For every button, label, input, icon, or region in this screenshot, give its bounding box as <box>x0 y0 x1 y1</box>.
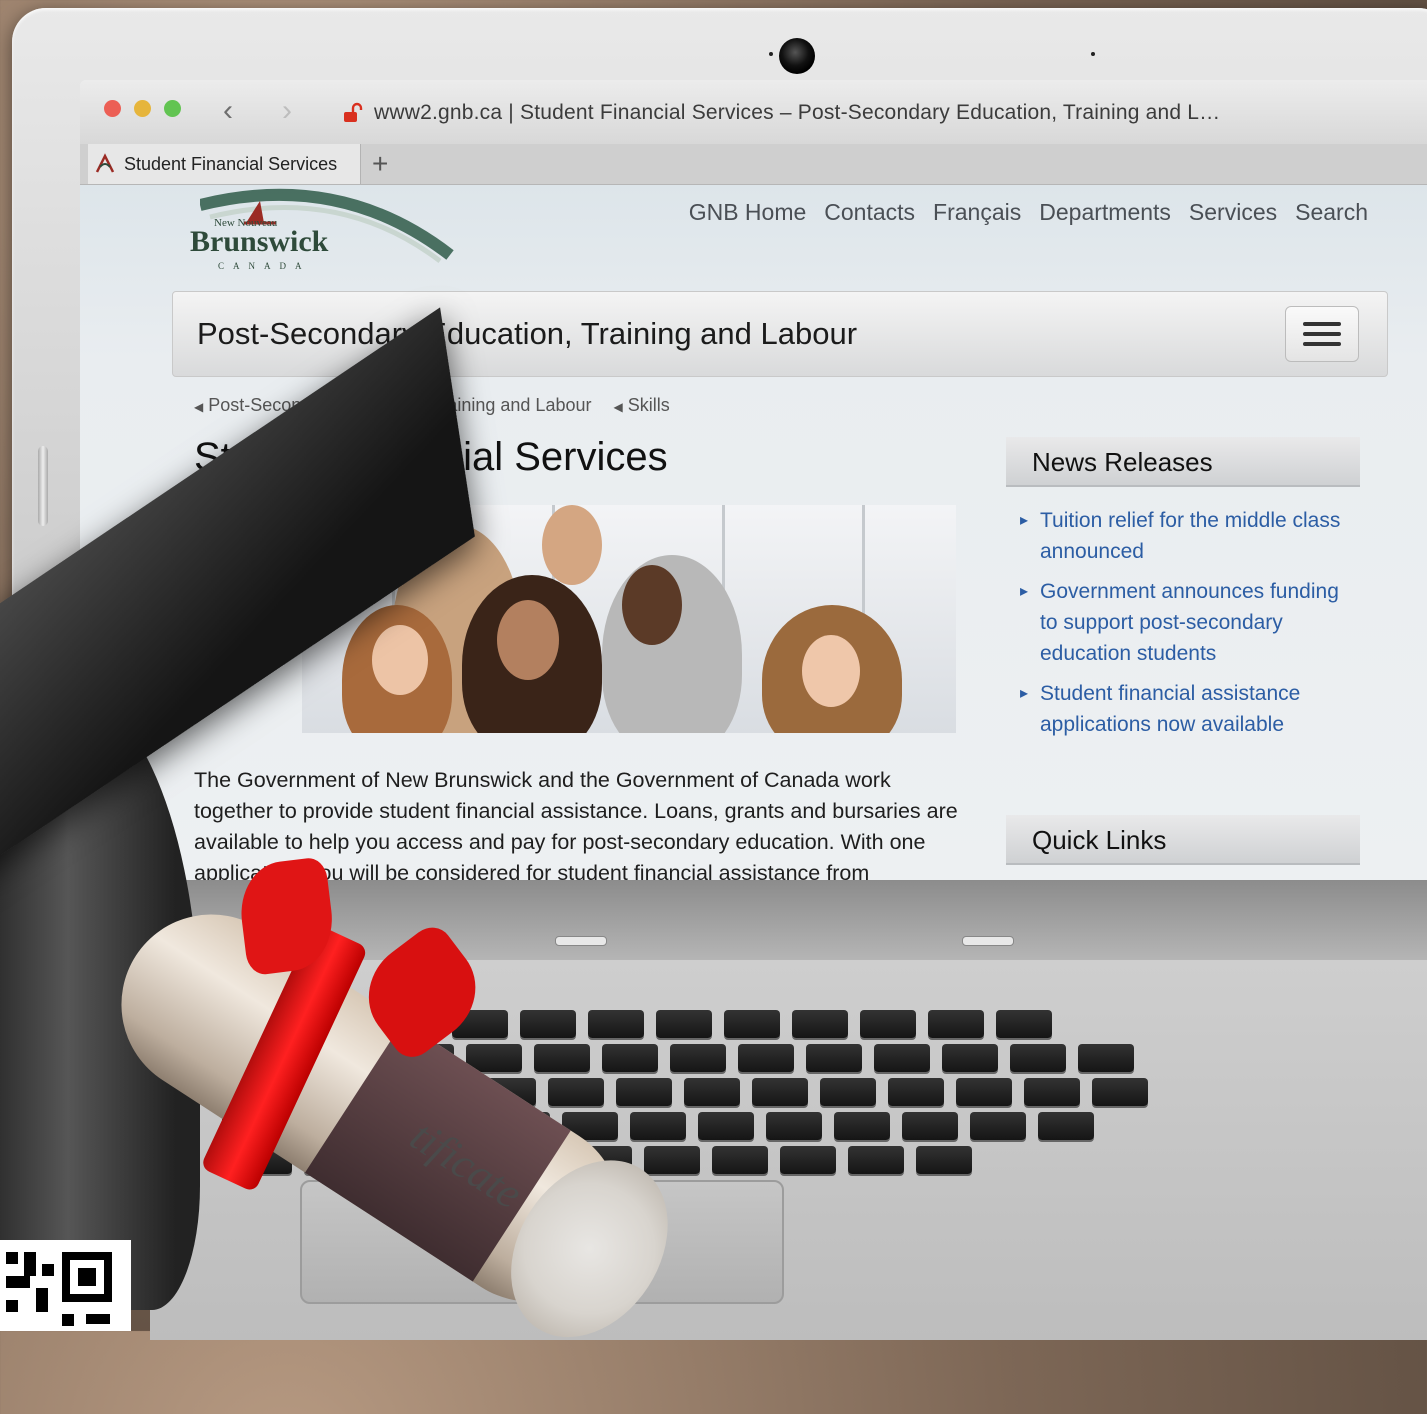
keyboard-key <box>860 1010 916 1038</box>
keyboard-key <box>1024 1078 1080 1106</box>
title-bar: ‹ › www2.gnb.ca | Student Financial Serv… <box>80 80 1427 145</box>
keyboard-key <box>874 1044 930 1072</box>
department-title[interactable]: Post-Secondary Education, Training and L… <box>197 316 857 352</box>
nb-favicon-icon <box>95 153 115 173</box>
new-brunswick-logo[interactable]: New Nouveau Brunswick CANADA <box>190 197 330 271</box>
caret-left-icon: ◀ <box>613 400 623 414</box>
menu-icon <box>1303 322 1341 326</box>
news-link-tuition-relief[interactable]: Tuition relief for the middle class anno… <box>1020 505 1360 567</box>
keyboard-key <box>616 1078 672 1106</box>
keyboard-key <box>534 1044 590 1072</box>
breadcrumb-label: Skills <box>627 395 670 415</box>
zoom-window-button[interactable] <box>164 100 181 117</box>
tab-label: Student Financial Services <box>124 153 338 174</box>
keyboard-key <box>520 1010 576 1038</box>
keyboard-key <box>738 1044 794 1072</box>
nav-services[interactable]: Services <box>1189 199 1277 226</box>
student-face <box>372 625 428 695</box>
news-releases-title: News Releases <box>1032 447 1213 477</box>
student-face <box>497 600 559 680</box>
nav-departments[interactable]: Departments <box>1039 199 1171 226</box>
keyboard-key <box>834 1112 890 1140</box>
keyboard-key <box>780 1146 836 1174</box>
keyboard-key <box>806 1044 862 1072</box>
keyboard-key <box>630 1112 686 1140</box>
hinge-slot <box>555 936 607 946</box>
keyboard-key <box>1038 1112 1094 1140</box>
keyboard-key <box>902 1112 958 1140</box>
lid-latch <box>38 446 48 526</box>
back-arrow-icon[interactable]: ‹ <box>223 94 233 128</box>
news-link-funding[interactable]: Government announces funding to support … <box>1020 576 1360 669</box>
keyboard-key <box>670 1044 726 1072</box>
nav-gnb-home[interactable]: GNB Home <box>689 199 807 226</box>
qr-code <box>0 1240 131 1331</box>
keyboard-key <box>602 1044 658 1072</box>
keyboard-key <box>684 1078 740 1106</box>
breadcrumb-link-skills[interactable]: ◀ Skills <box>613 395 669 416</box>
student-face <box>622 565 682 645</box>
minimize-window-button[interactable] <box>134 100 151 117</box>
keyboard-key <box>656 1010 712 1038</box>
webcam-icon <box>779 38 815 74</box>
address-bar[interactable]: www2.gnb.ca | Student Financial Services… <box>342 98 1220 128</box>
menu-icon <box>1303 342 1341 346</box>
keyboard-key <box>712 1146 768 1174</box>
news-releases-header: News Releases <box>1006 437 1360 487</box>
keyboard-key <box>588 1010 644 1038</box>
nav-contacts[interactable]: Contacts <box>824 199 915 226</box>
hinge-slot <box>962 936 1014 946</box>
menu-icon <box>1303 332 1341 336</box>
keyboard-key <box>888 1078 944 1106</box>
keyboard-key <box>1092 1078 1148 1106</box>
url-text: www2.gnb.ca | Student Financial Services… <box>374 101 1221 124</box>
forward-arrow-icon[interactable]: › <box>282 94 292 128</box>
keyboard-key <box>916 1146 972 1174</box>
keyboard-key <box>724 1010 780 1038</box>
keyboard-key <box>698 1112 754 1140</box>
keyboard-key <box>956 1078 1012 1106</box>
keyboard-key <box>1010 1044 1066 1072</box>
keyboard-key <box>996 1010 1052 1038</box>
nav-francais[interactable]: Français <box>933 199 1021 226</box>
nav-search[interactable]: Search <box>1295 199 1368 226</box>
student-face <box>542 505 602 585</box>
news-list: Tuition relief for the middle class anno… <box>1020 505 1360 749</box>
keyboard-key <box>942 1044 998 1072</box>
top-navigation: GNB Home Contacts Français Departments S… <box>689 199 1368 226</box>
sensor-dot <box>1091 52 1095 56</box>
student-face <box>802 635 860 707</box>
keyboard-key <box>1078 1044 1134 1072</box>
keyboard-key <box>644 1146 700 1174</box>
hamburger-menu-button[interactable] <box>1285 306 1359 362</box>
logo-country-text: CANADA <box>218 261 311 271</box>
quick-links-title: Quick Links <box>1032 825 1167 855</box>
quick-links-header: Quick Links <box>1006 815 1360 865</box>
keyboard-key <box>928 1010 984 1038</box>
close-window-button[interactable] <box>104 100 121 117</box>
keyboard-key <box>820 1078 876 1106</box>
keyboard-key <box>752 1078 808 1106</box>
unlocked-padlock-icon <box>344 102 363 122</box>
news-link-applications[interactable]: Student financial assistance application… <box>1020 678 1360 740</box>
sensor-dot <box>769 52 773 56</box>
caret-left-icon: ◀ <box>194 400 204 414</box>
keyboard-key <box>548 1078 604 1106</box>
keyboard-key <box>792 1010 848 1038</box>
logo-main-text: Brunswick <box>190 225 329 258</box>
keyboard-key <box>848 1146 904 1174</box>
keyboard-key <box>970 1112 1026 1140</box>
keyboard-key <box>766 1112 822 1140</box>
